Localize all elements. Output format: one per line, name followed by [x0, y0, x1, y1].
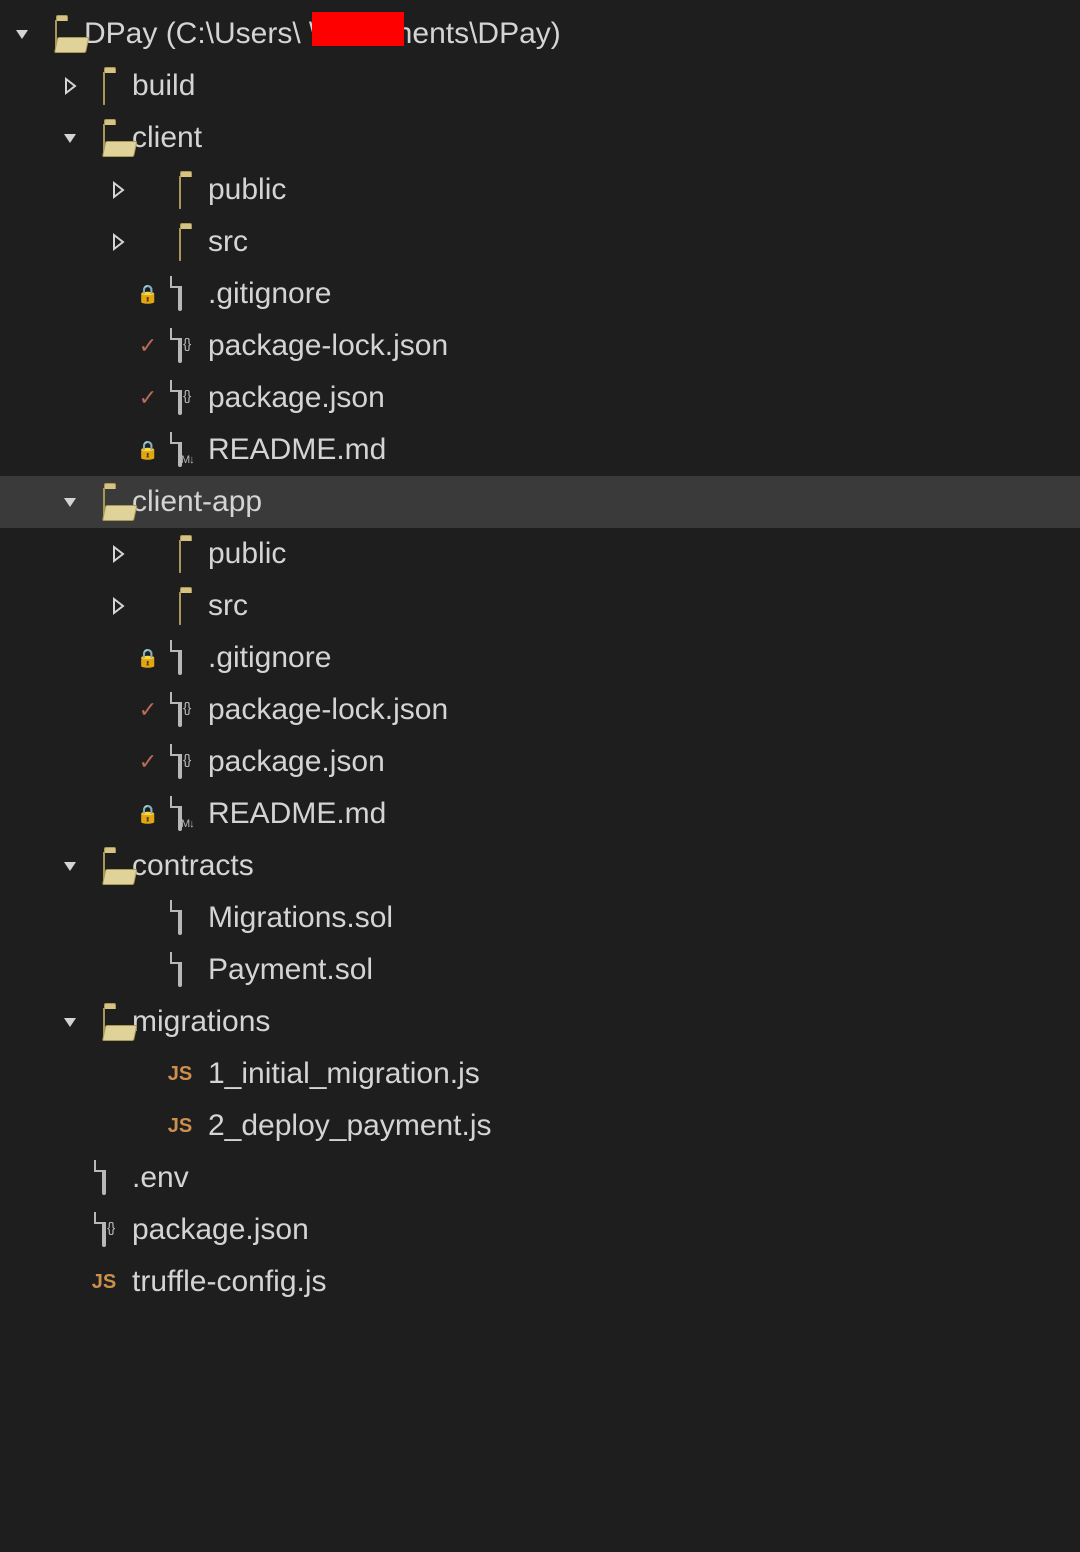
json-file-icon — [164, 382, 196, 414]
redaction-box — [312, 12, 404, 46]
tree-item-label: src — [208, 225, 248, 259]
chevron-right-icon[interactable] — [106, 230, 130, 254]
tree-item-label: src — [208, 589, 248, 623]
check-icon: ✓ — [136, 334, 160, 358]
tree-row[interactable]: ✓ package-lock.json — [0, 320, 1080, 372]
file-icon — [164, 954, 196, 986]
check-icon: ✓ — [136, 386, 160, 410]
json-file-icon — [164, 746, 196, 778]
tree-row[interactable]: client-app — [0, 476, 1080, 528]
lock-icon: 🔒 — [136, 282, 160, 306]
check-icon: ✓ — [136, 698, 160, 722]
json-file-icon — [88, 1214, 120, 1246]
tree-item-label: client-app — [132, 485, 262, 519]
tree-item-label: package.json — [208, 745, 385, 779]
tree-item-label: package-lock.json — [208, 329, 448, 363]
chevron-down-icon[interactable] — [58, 490, 82, 514]
tree-row[interactable]: 🔒 .gitignore — [0, 632, 1080, 684]
lock-icon: 🔒 — [136, 438, 160, 462]
json-file-icon — [164, 330, 196, 362]
tree-row[interactable]: DPay (C:\Users\ \Documents\DPay) — [0, 8, 1080, 60]
chevron-right-icon[interactable] — [106, 594, 130, 618]
tree-item-label: package-lock.json — [208, 693, 448, 727]
chevron-right-icon[interactable] — [106, 178, 130, 202]
js-file-icon: JS — [164, 1110, 196, 1142]
tree-row[interactable]: ✓ package-lock.json — [0, 684, 1080, 736]
tree-item-label: .gitignore — [208, 641, 331, 675]
chevron-right-icon[interactable] — [58, 74, 82, 98]
js-file-icon: JS — [164, 1058, 196, 1090]
check-icon: ✓ — [136, 750, 160, 774]
tree-item-label: migrations — [132, 1005, 270, 1039]
chevron-down-icon[interactable] — [10, 22, 34, 46]
folder-open-icon — [40, 18, 72, 50]
tree-row[interactable]: 🔒 .gitignore — [0, 268, 1080, 320]
folder-icon — [164, 226, 196, 258]
tree-item-label: truffle-config.js — [132, 1265, 327, 1299]
lock-icon: 🔒 — [136, 802, 160, 826]
tree-row[interactable]: 🔒 README.md — [0, 788, 1080, 840]
tree-item-label: .gitignore — [208, 277, 331, 311]
tree-item-label: contracts — [132, 849, 254, 883]
tree-item-label: 2_deploy_payment.js — [208, 1109, 492, 1143]
folder-open-icon — [88, 122, 120, 154]
file-icon — [88, 1162, 120, 1194]
tree-item-label: Payment.sol — [208, 953, 373, 987]
tree-item-label: .env — [132, 1161, 189, 1195]
tree-row[interactable]: src — [0, 580, 1080, 632]
folder-icon — [88, 70, 120, 102]
file-icon — [164, 278, 196, 310]
folder-open-icon — [88, 850, 120, 882]
chevron-right-icon[interactable] — [106, 542, 130, 566]
chevron-down-icon[interactable] — [58, 126, 82, 150]
lock-icon: 🔒 — [136, 646, 160, 670]
tree-item-label: README.md — [208, 797, 386, 831]
tree-item-label: 1_initial_migration.js — [208, 1057, 480, 1091]
js-file-icon: JS — [88, 1266, 120, 1298]
file-icon — [164, 902, 196, 934]
folder-icon — [164, 174, 196, 206]
project-tree[interactable]: DPay (C:\Users\ \Documents\DPay) build cli… — [0, 0, 1080, 1308]
markdown-file-icon — [164, 434, 196, 466]
tree-item-label: client — [132, 121, 202, 155]
tree-row[interactable]: migrations — [0, 996, 1080, 1048]
file-icon — [164, 642, 196, 674]
chevron-down-icon[interactable] — [58, 1010, 82, 1034]
chevron-down-icon[interactable] — [58, 854, 82, 878]
folder-icon — [164, 538, 196, 570]
tree-row[interactable]: package.json — [0, 1204, 1080, 1256]
tree-item-label: README.md — [208, 433, 386, 467]
folder-icon — [164, 590, 196, 622]
tree-item-label: package.json — [132, 1213, 309, 1247]
json-file-icon — [164, 694, 196, 726]
tree-row[interactable]: public — [0, 164, 1080, 216]
tree-row[interactable]: JS truffle-config.js — [0, 1256, 1080, 1308]
tree-row[interactable]: JS 1_initial_migration.js — [0, 1048, 1080, 1100]
tree-row[interactable]: 🔒 README.md — [0, 424, 1080, 476]
tree-item-label: build — [132, 69, 195, 103]
markdown-file-icon — [164, 798, 196, 830]
tree-row[interactable]: build — [0, 60, 1080, 112]
tree-item-label: public — [208, 537, 286, 571]
folder-open-icon — [88, 1006, 120, 1038]
tree-row[interactable]: contracts — [0, 840, 1080, 892]
tree-row[interactable]: public — [0, 528, 1080, 580]
tree-row[interactable]: Payment.sol — [0, 944, 1080, 996]
tree-row[interactable]: .env — [0, 1152, 1080, 1204]
tree-row[interactable]: Migrations.sol — [0, 892, 1080, 944]
folder-open-icon — [88, 486, 120, 518]
tree-item-label: Migrations.sol — [208, 901, 393, 935]
tree-item-label: package.json — [208, 381, 385, 415]
tree-row[interactable]: JS 2_deploy_payment.js — [0, 1100, 1080, 1152]
tree-row[interactable]: ✓ package.json — [0, 372, 1080, 424]
tree-item-label: public — [208, 173, 286, 207]
tree-row[interactable]: src — [0, 216, 1080, 268]
tree-row[interactable]: client — [0, 112, 1080, 164]
tree-row[interactable]: ✓ package.json — [0, 736, 1080, 788]
